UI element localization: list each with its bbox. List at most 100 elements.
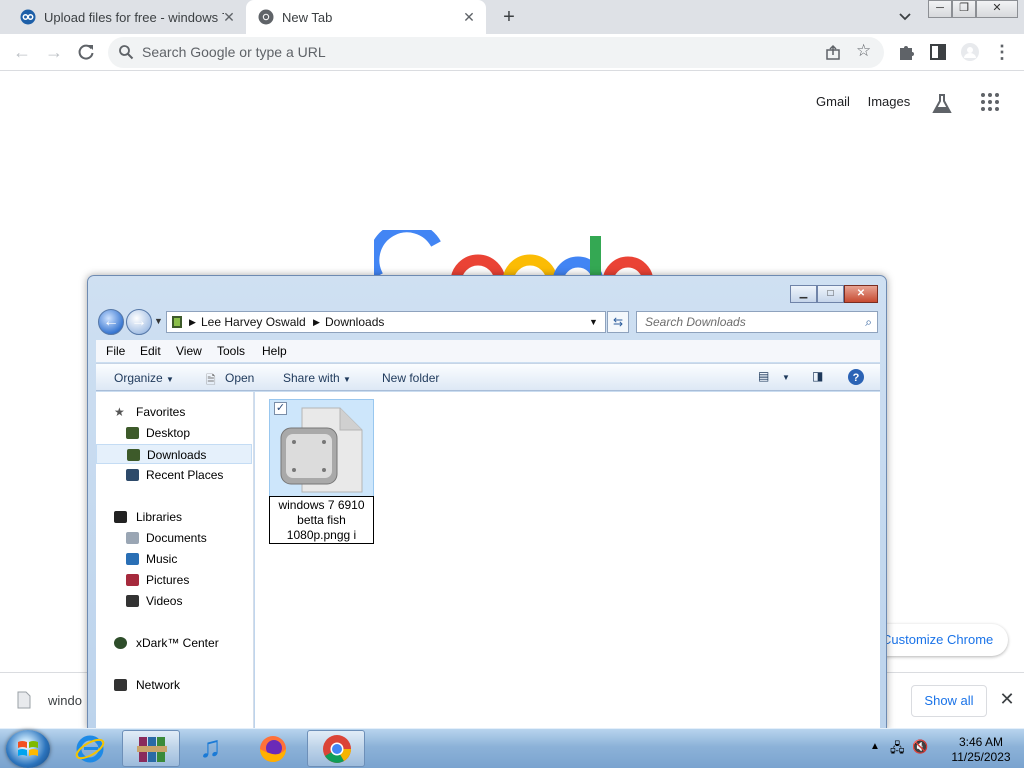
breadcrumb-arrow-icon[interactable]: ▶ [313, 312, 320, 332]
network-tray-icon[interactable]: 🖧 [890, 739, 905, 761]
omnibox[interactable]: Search Google or type a URL ☆ [108, 37, 884, 68]
forward-button[interactable]: → [126, 309, 152, 335]
change-view-icon[interactable]: ▤ [758, 369, 769, 383]
share-with-label: Share with [283, 371, 340, 385]
taskbar: ♫ ▲ 🖧 🔇 3:46 AM 11/25/2023 [0, 728, 1024, 768]
tab-close-icon[interactable]: ✕ [220, 8, 238, 26]
new-tab-plus-icon[interactable]: + [498, 7, 520, 29]
start-button[interactable] [6, 730, 50, 768]
download-item[interactable]: windo [16, 691, 82, 709]
open-button[interactable]: Open [225, 371, 254, 385]
menu-edit[interactable]: Edit [140, 344, 161, 358]
minimize-button[interactable]: ▁ [790, 285, 817, 303]
close-icon[interactable]: ✕ [997, 689, 1017, 709]
nav-recent-places[interactable]: Recent Places [106, 465, 262, 485]
download-item-name: windo [48, 692, 82, 708]
documents-icon [126, 532, 139, 544]
search-downloads-input[interactable]: Search Downloads ⌕ [636, 311, 878, 333]
tab-search-chevron-icon[interactable] [895, 8, 915, 26]
apps-grid-icon[interactable] [980, 92, 1000, 112]
address-bar[interactable]: ▶ Lee Harvey Oswald ▶ Downloads ▼ [166, 311, 606, 333]
chevron-down-icon: ▼ [343, 375, 351, 384]
taskbar-winrar[interactable] [122, 730, 180, 767]
nav-label: Videos [146, 594, 183, 608]
file-item[interactable]: ✓ windows 7 6910 betta fish 1080p.pngg i [269, 399, 374, 544]
generic-file-icon [280, 407, 363, 493]
tab-close-icon[interactable]: ✕ [460, 8, 478, 26]
bookmark-star-icon[interactable]: ☆ [856, 41, 871, 61]
upload-site-icon [20, 9, 36, 25]
customize-chrome-button[interactable]: Customize Chrome [870, 624, 1008, 656]
close-button[interactable]: ✕ [844, 285, 878, 303]
taskbar-chrome[interactable] [307, 730, 365, 767]
menu-file[interactable]: File [106, 344, 125, 358]
minimize-window-button[interactable]: ─ [928, 0, 952, 18]
extensions-puzzle-icon[interactable] [896, 42, 916, 62]
close-window-button[interactable]: ✕ [976, 0, 1018, 18]
recent-pages-dropdown-icon[interactable]: ▼ [154, 316, 163, 326]
tab-title: New Tab [282, 9, 333, 25]
back-button[interactable]: ← [98, 309, 124, 335]
refresh-icon[interactable]: ⇆ [607, 311, 629, 333]
chrome-icon [258, 9, 274, 25]
music-note-icon: ♫ [199, 731, 222, 764]
file-name-edit-box[interactable]: windows 7 6910 betta fish 1080p.pngg i [269, 496, 374, 544]
nav-libraries[interactable]: Libraries [106, 507, 262, 527]
forward-arrow-icon[interactable]: → [44, 42, 64, 62]
show-hidden-icons-icon[interactable]: ▲ [870, 741, 880, 752]
preview-pane-icon[interactable]: ◨ [812, 369, 823, 383]
images-link[interactable]: Images [868, 94, 911, 109]
firefox-icon [260, 736, 286, 762]
tab-upload-files[interactable]: Upload files for free - windows 7 ✕ [10, 0, 246, 34]
menu-dots-icon[interactable]: ⋮ [992, 42, 1012, 62]
omnibox-placeholder: Search Google or type a URL [142, 44, 326, 60]
maximize-button[interactable]: □ [817, 285, 844, 303]
profile-avatar-icon[interactable] [960, 42, 980, 62]
breadcrumb-arrow-icon[interactable]: ▶ [189, 312, 196, 332]
chrome-icon [323, 735, 351, 763]
taskbar-itunes[interactable]: ♫ [183, 730, 241, 767]
menu-help[interactable]: Help [262, 344, 287, 358]
taskbar-internet-explorer[interactable] [61, 730, 119, 767]
nav-xdark-center[interactable]: xDark™ Center [106, 633, 262, 653]
nav-documents[interactable]: Documents [106, 528, 262, 548]
share-with-button[interactable]: Share with ▼ [283, 371, 351, 385]
new-folder-button[interactable]: New folder [382, 371, 439, 385]
nav-music[interactable]: Music [106, 549, 262, 569]
open-file-icon: 🗎 [206, 373, 216, 387]
internet-explorer-icon [75, 735, 105, 763]
restore-window-button[interactable]: ❐ [952, 0, 976, 18]
nav-network[interactable]: Network [106, 675, 262, 695]
nav-label: Music [146, 552, 178, 566]
reload-icon[interactable] [76, 42, 96, 62]
svg-text:?: ? [853, 372, 860, 384]
help-icon[interactable]: ? [847, 368, 865, 386]
show-all-button[interactable]: Show all [911, 685, 987, 717]
breadcrumb-downloads[interactable]: Downloads [325, 312, 384, 332]
share-icon[interactable] [824, 44, 842, 62]
organize-button[interactable]: Organize ▼ [114, 371, 174, 385]
nav-favorites[interactable]: ★ Favorites [106, 402, 262, 422]
labs-flask-icon[interactable] [930, 92, 954, 116]
nav-pictures[interactable]: Pictures [106, 570, 262, 590]
address-dropdown-icon[interactable]: ▼ [589, 312, 598, 332]
back-arrow-icon[interactable]: ← [12, 42, 32, 62]
menu-tools[interactable]: Tools [217, 344, 245, 358]
nav-desktop[interactable]: Desktop [106, 423, 262, 443]
tab-new-tab[interactable]: New Tab ✕ [246, 0, 486, 34]
clock[interactable]: 3:46 AM 11/25/2023 [936, 735, 1024, 765]
volume-muted-icon[interactable]: 🔇 [912, 739, 928, 755]
nav-downloads[interactable]: Downloads [96, 444, 252, 464]
nav-label: Favorites [136, 405, 186, 419]
window-caption-buttons: ▁ □ ✕ [790, 285, 878, 303]
forward-arrow-icon: → [131, 313, 147, 330]
view-dropdown-icon[interactable]: ▼ [782, 373, 790, 382]
libraries-icon [114, 511, 127, 523]
nav-videos[interactable]: Videos [106, 591, 262, 611]
taskbar-firefox[interactable] [244, 730, 302, 767]
side-panel-icon[interactable] [928, 42, 948, 62]
file-name-line: betta fish [297, 513, 346, 527]
gmail-link[interactable]: Gmail [816, 94, 850, 109]
menu-view[interactable]: View [176, 344, 202, 358]
breadcrumb-user[interactable]: Lee Harvey Oswald [201, 312, 306, 332]
